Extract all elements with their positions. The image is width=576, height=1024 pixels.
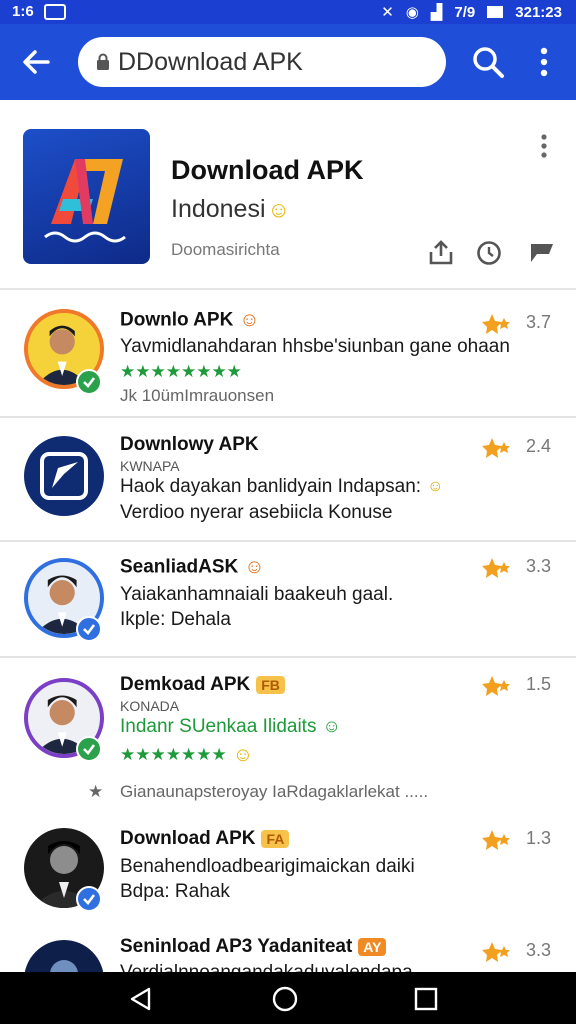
nav-back-icon[interactable] <box>128 986 154 1012</box>
status-time: 321:23 <box>515 3 562 21</box>
list-item[interactable]: Download APK FA Benahendloadbearigimaicka… <box>0 818 576 934</box>
nav-home-icon[interactable] <box>271 985 299 1013</box>
item-meta: Jk 10ümImrauonsen <box>120 386 275 405</box>
item-description: Yaiakanhamnaiali baakeuh gaal. <box>120 584 394 605</box>
item-rating: 3.3 <box>526 556 552 576</box>
item-description-2: Ikple: Dehala <box>120 609 231 630</box>
back-button[interactable] <box>16 44 56 80</box>
item-description: Haok dayakan banlidyain Indapsan: ☺ <box>120 476 443 498</box>
item-description-text: Indanr SUenkaa Ilidaits <box>120 716 317 737</box>
emoji-icon: ☺ <box>232 744 254 766</box>
avatar <box>24 940 104 972</box>
item-rating: 3.7 <box>526 312 552 332</box>
item-title: Downlo APK ☺ <box>120 309 260 332</box>
item-meta-text: Gianaunapsteroyay IaRdagaklarlekat ..... <box>120 782 429 801</box>
item-title: Seninload AP3 Yadaniteat AY <box>120 936 387 958</box>
item-rating: 3.3 <box>526 940 552 960</box>
item-rating: 2.4 <box>526 436 552 456</box>
emoji-badge-icon: ☺ <box>244 556 265 578</box>
app-title: Download APK <box>171 155 364 185</box>
item-title: Download APK FA <box>120 828 290 850</box>
item-description-2: Verdioo nyerar asebiicla Konuse <box>120 502 393 523</box>
report-flag-icon[interactable] <box>527 238 557 268</box>
item-description: Verdialnnoangandakaduyalendapa <box>120 962 413 972</box>
app-subtitle-text: Indonesi <box>171 195 266 223</box>
avatar <box>24 436 104 516</box>
list-item[interactable]: Downlo APK ☺ Yavmidlanahdaran hhsbe'siunb… <box>0 292 576 418</box>
star-icon[interactable] <box>480 674 514 700</box>
list-item[interactable]: Seninload AP3 Yadaniteat AY Verdialnnoang… <box>0 934 576 972</box>
share-icon[interactable] <box>426 238 456 268</box>
url-search-box[interactable] <box>78 37 446 87</box>
item-description: Indanr SUenkaa Ilidaits ☺ <box>120 716 341 738</box>
lock-icon <box>97 53 109 70</box>
item-title: Downlowy APK <box>120 434 259 455</box>
card-more-icon[interactable] <box>534 132 554 162</box>
item-description: Yavmidlanahdaran hhsbe'siunban gane ohaa… <box>120 336 510 357</box>
mute-icon: ✕ <box>381 4 394 21</box>
item-rating: 1.3 <box>526 828 552 848</box>
item-subtitle: KWNAPA <box>120 458 180 474</box>
star-icon[interactable] <box>480 828 514 854</box>
item-description-text: Haok dayakan banlidyain Indapsan: <box>120 476 422 497</box>
app-meta: Doomasirichta <box>171 240 280 259</box>
rating-stars: ★★★★★★★ ☺ <box>120 744 253 767</box>
item-title-text: Seninload AP3 Yadaniteat <box>120 936 353 957</box>
item-description-2: Bdpa: Rahak <box>120 881 230 902</box>
more-vert-icon[interactable] <box>530 44 558 80</box>
system-nav-bar <box>0 972 576 1024</box>
search-icon[interactable] <box>470 44 506 80</box>
app-header-card: Download APK Indonesi☺ Doomasirichta <box>0 100 576 290</box>
list-item[interactable]: Downlowy APK KWNAPA Haok dayakan banlidy… <box>0 418 576 542</box>
item-subtitle: KONADA <box>120 698 180 714</box>
battery-icon <box>487 6 504 18</box>
star-icon[interactable] <box>480 940 514 966</box>
item-meta: ★ Gianaunapsteroyay IaRdagaklarlekat ....… <box>88 782 429 802</box>
search-input[interactable] <box>118 47 418 77</box>
status-left-text: 1:6 <box>12 3 34 20</box>
list-item[interactable]: SeanliadASK ☺ Yaiakanhamnaiali baakeuh ga… <box>0 542 576 658</box>
status-signal-text: 7/9 <box>454 3 476 21</box>
emoji-icon: ☺ <box>427 477 444 495</box>
tag-badge: FB <box>256 675 285 694</box>
tag-badge: AY <box>358 937 387 956</box>
app-subtitle: Indonesi☺ <box>171 195 290 224</box>
star-icon[interactable] <box>480 436 514 462</box>
verified-badge-icon <box>76 369 102 395</box>
item-title-text: Demkoad APK <box>120 674 251 695</box>
wifi-icon: ◉ <box>405 4 419 21</box>
back-arrow-icon <box>23 50 50 74</box>
item-rating: 1.5 <box>526 674 552 694</box>
emoji-icon: ☺ <box>267 197 290 222</box>
notification-icon <box>43 3 66 20</box>
emoji-icon: ☺ <box>322 716 341 737</box>
status-bar: 1:6 ✕ ◉ ▟ 7/9 321:23 <box>0 0 576 24</box>
item-title-text: Downlo APK <box>120 309 234 331</box>
star-outline-icon: ★ <box>88 782 104 801</box>
item-title-text: Download APK <box>120 828 256 849</box>
signal-icon: ▟ <box>430 4 443 21</box>
emoji-badge-icon: ☺ <box>239 309 260 331</box>
item-title-text: SeanliadASK <box>120 556 239 578</box>
nav-recents-icon[interactable] <box>414 987 438 1011</box>
verified-badge-icon <box>76 886 102 912</box>
item-title: SeanliadASK ☺ <box>120 556 265 579</box>
star-icon[interactable] <box>480 312 514 338</box>
app-logo-icon[interactable] <box>23 129 150 264</box>
item-title: Demkoad APK FB <box>120 674 285 696</box>
tag-badge: FA <box>261 829 290 848</box>
app-bar <box>0 24 576 100</box>
list-item[interactable]: Demkoad APK FB KONADA Indanr SUenkaa Ilid… <box>0 658 576 818</box>
verified-badge-icon <box>76 736 102 762</box>
verified-badge-icon <box>76 616 102 642</box>
star-icon[interactable] <box>480 556 514 582</box>
history-icon[interactable] <box>474 238 504 268</box>
item-description: Benahendloadbearigimaickan daiki <box>120 856 415 877</box>
rating-stars-text: ★★★★★★★ <box>120 744 227 764</box>
rating-stars: ★★★★★★★★ <box>120 362 242 381</box>
